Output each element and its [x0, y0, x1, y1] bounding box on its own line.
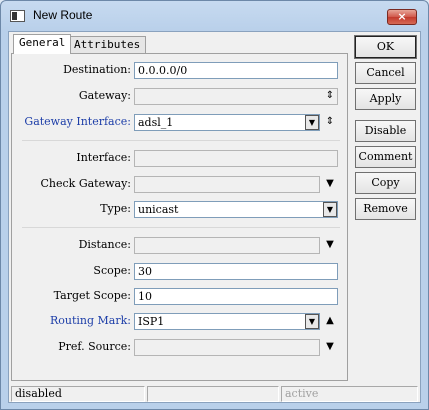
general-panel: Destination: 0.0.0.0/0 Gateway: ⇕ Gatewa…: [11, 53, 348, 381]
type-field[interactable]: unicast: [134, 201, 338, 218]
target-scope-label: Target Scope:: [53, 289, 131, 302]
copy-button[interactable]: Copy: [355, 172, 416, 194]
disable-button[interactable]: Disable: [355, 120, 416, 142]
routing-mark-up-icon[interactable]: ▲: [323, 314, 337, 328]
gateway-interface-dropdown-icon[interactable]: ▼: [305, 115, 319, 130]
remove-button[interactable]: Remove: [355, 198, 416, 220]
gateway-interface-label: Gateway Interface:: [24, 115, 131, 128]
separator: [22, 227, 340, 228]
destination-label: Destination:: [63, 63, 131, 76]
dialog-body: General Attributes Destination: 0.0.0.0/…: [8, 31, 421, 403]
pref-source-field: [134, 339, 320, 356]
distance-field: [134, 237, 320, 254]
type-label: Type:: [100, 202, 131, 215]
destination-field[interactable]: 0.0.0.0/0: [134, 62, 338, 79]
scope-field[interactable]: 30: [134, 263, 338, 280]
tab-general[interactable]: General: [13, 34, 72, 54]
pref-source-label: Pref. Source:: [58, 340, 131, 353]
tab-attributes[interactable]: Attributes: [68, 36, 147, 53]
type-dropdown-icon[interactable]: ▼: [323, 202, 337, 217]
routing-mark-label: Routing Mark:: [49, 314, 131, 327]
cancel-button[interactable]: Cancel: [355, 62, 416, 84]
check-gateway-field: [134, 176, 320, 193]
routing-mark-field[interactable]: ISP1: [134, 313, 320, 330]
separator: [22, 140, 340, 141]
routing-mark-dropdown-icon[interactable]: ▼: [305, 314, 319, 329]
status-active: active: [281, 386, 418, 402]
dialog-window: New Route × General Attributes Destinati…: [0, 0, 429, 410]
comment-button[interactable]: Comment: [355, 146, 416, 168]
close-button[interactable]: ×: [387, 9, 417, 25]
title-bar[interactable]: New Route ×: [1, 1, 428, 31]
gateway-updown-icon[interactable]: ⇕: [323, 89, 337, 103]
gateway-field: [134, 88, 338, 105]
ok-button[interactable]: OK: [354, 35, 417, 59]
apply-button[interactable]: Apply: [355, 88, 416, 110]
check-gateway-label: Check Gateway:: [40, 177, 131, 190]
status-disabled: disabled: [11, 386, 145, 402]
window-app-icon: [10, 10, 25, 22]
pref-source-down-icon[interactable]: ▼: [323, 340, 337, 354]
scope-label: Scope:: [93, 264, 131, 277]
distance-down-icon[interactable]: ▼: [323, 238, 337, 252]
gateway-interface-field[interactable]: adsl_1: [134, 114, 320, 131]
gateway-interface-updown-icon[interactable]: ⇕: [323, 115, 337, 129]
interface-field: [134, 150, 338, 167]
window-title: New Route: [33, 8, 93, 22]
status-middle: [147, 386, 279, 402]
check-gateway-down-icon[interactable]: ▼: [323, 177, 337, 191]
target-scope-field[interactable]: 10: [134, 288, 338, 305]
interface-label: Interface:: [76, 151, 131, 164]
gateway-label: Gateway:: [78, 89, 131, 102]
distance-label: Distance:: [78, 238, 131, 251]
